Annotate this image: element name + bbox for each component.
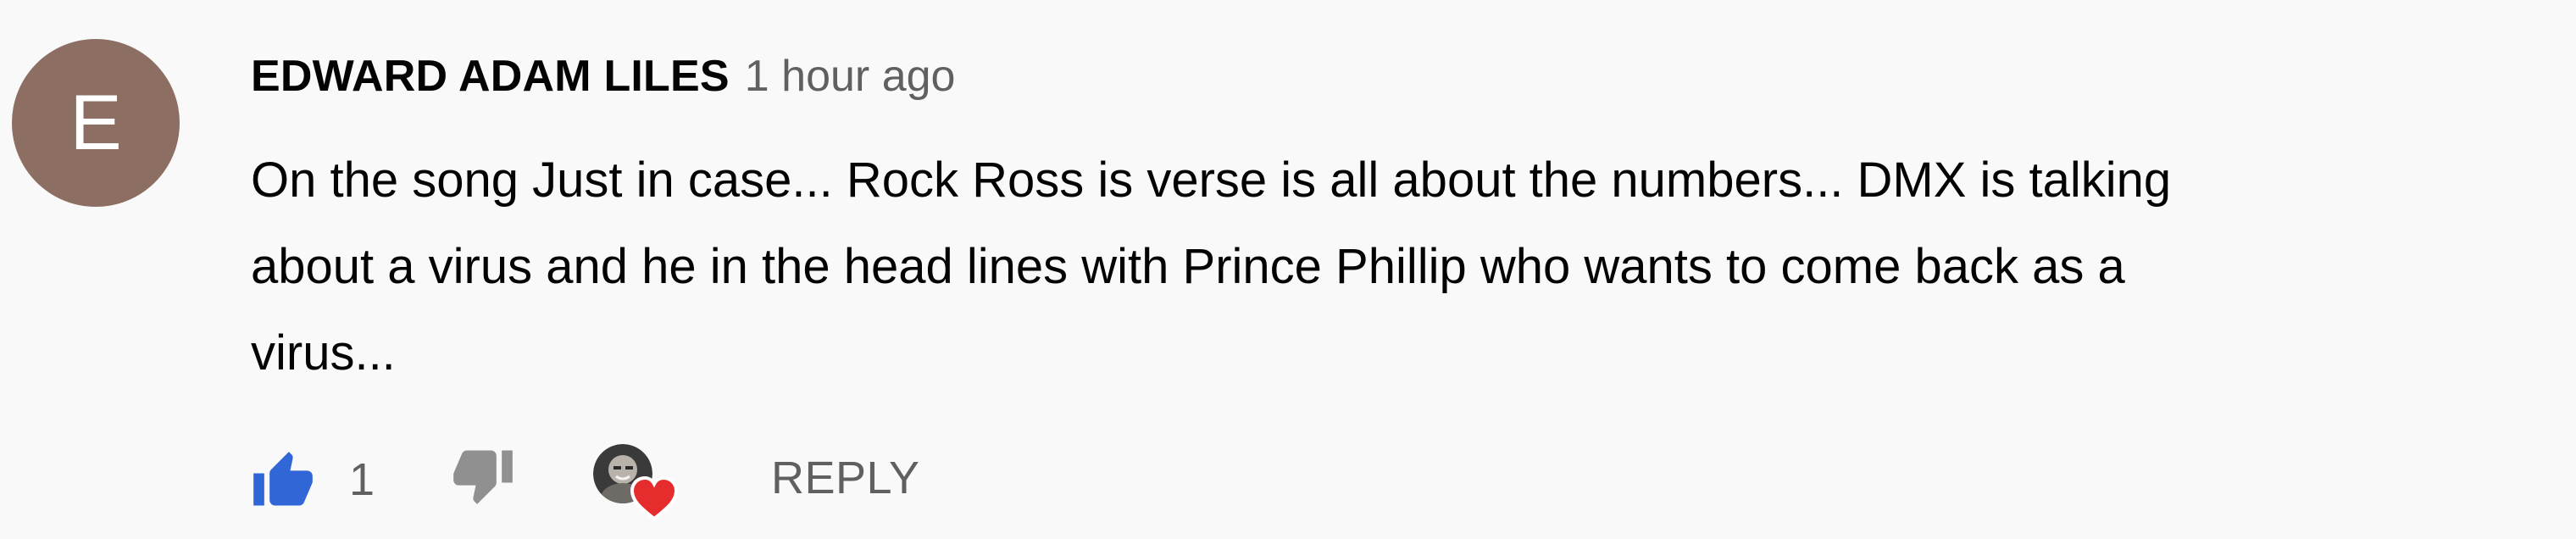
author-name[interactable]: EDWARD ADAM LILES	[251, 51, 730, 102]
comment-text-line: about a virus and he in the head lines w…	[251, 239, 2125, 294]
comment-action-bar: 1 REPLY	[249, 439, 1012, 520]
thumb-up-icon	[253, 452, 313, 506]
avatar-initial: E	[69, 79, 122, 166]
thumb-down-icon	[453, 450, 513, 504]
comment-text-line: virus...	[251, 325, 396, 381]
comment-text: On the song Just in case... Rock Ross is…	[251, 137, 2556, 397]
reply-button[interactable]: REPLY	[771, 444, 920, 512]
comment-timestamp[interactable]: 1 hour ago	[745, 51, 956, 102]
avatar[interactable]: E	[12, 39, 180, 207]
like-count: 1	[349, 454, 375, 505]
like-button[interactable]	[249, 447, 317, 515]
comment-text-line: On the song Just in case... Rock Ross is…	[251, 153, 2172, 208]
dislike-button[interactable]	[449, 441, 517, 508]
creator-heart[interactable]	[593, 444, 678, 520]
heart-icon	[630, 476, 678, 520]
comment-header: EDWARD ADAM LILES 1 hour ago	[251, 42, 955, 110]
